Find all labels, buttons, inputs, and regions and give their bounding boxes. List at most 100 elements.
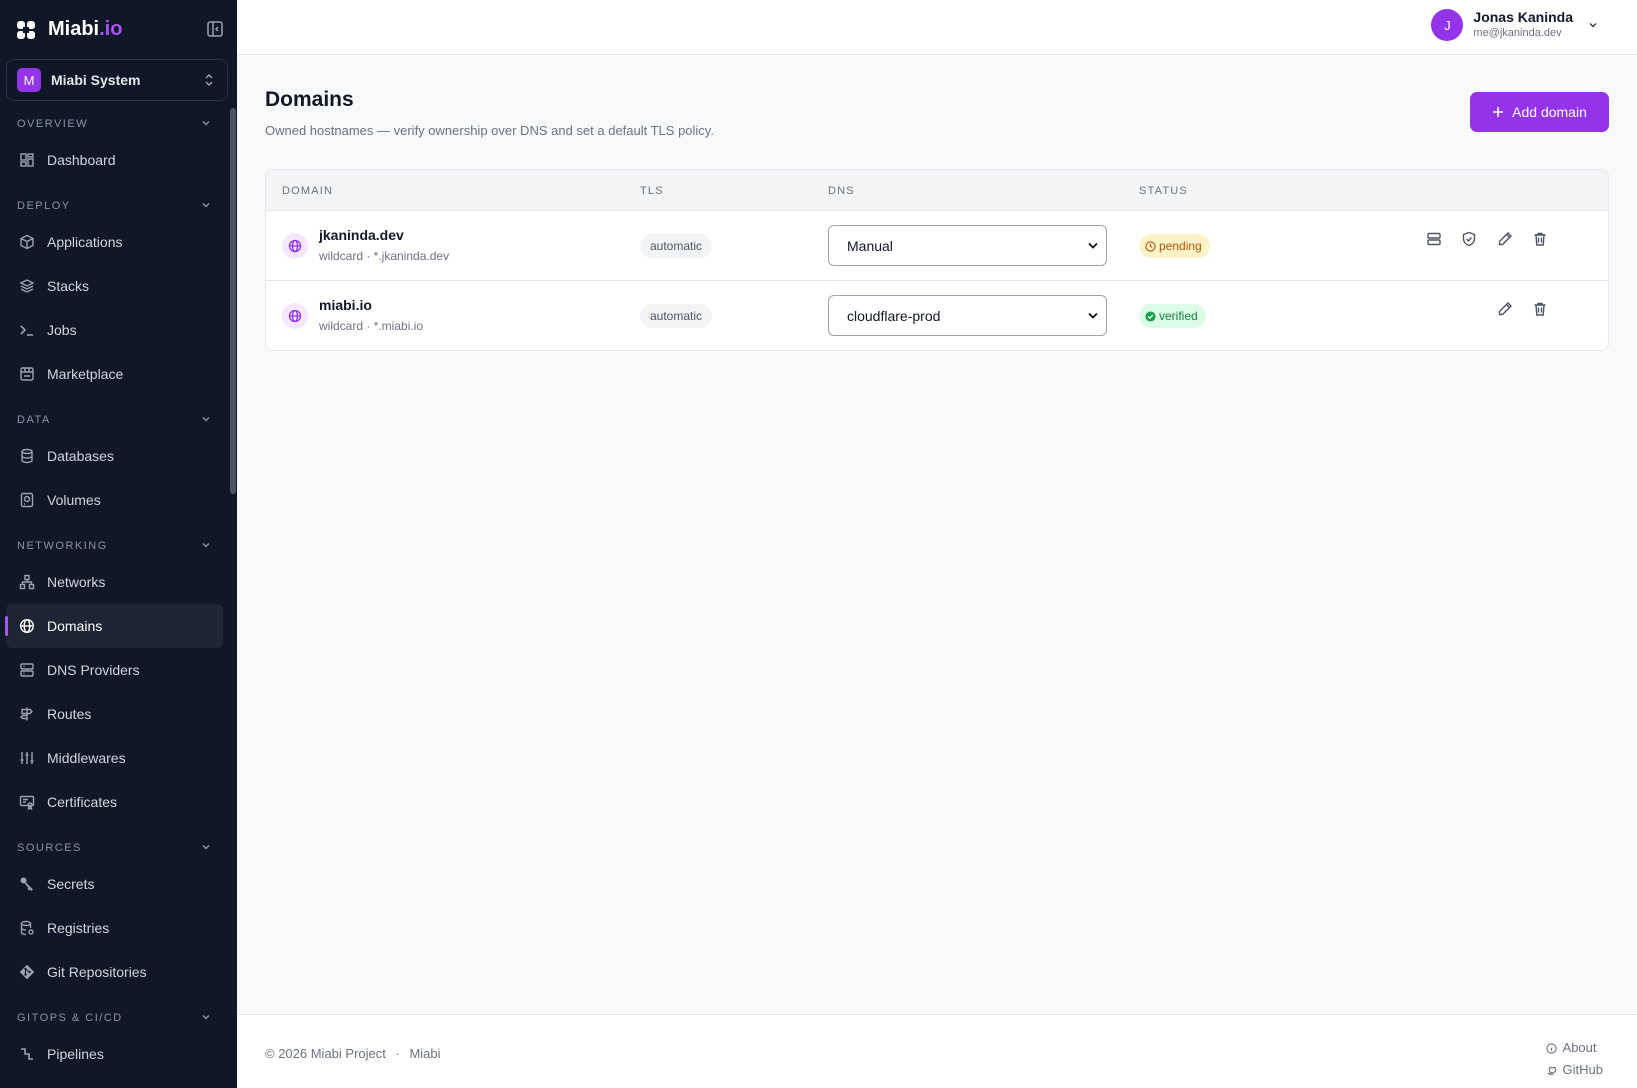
database-cog-icon [20,920,34,936]
user-menu[interactable]: J Jonas Kaninda me@jkaninda.dev [1431,9,1599,41]
globe-icon [282,303,308,329]
dashboard-icon [20,153,34,167]
brand-name: Miabi.io [48,18,123,40]
section-overview[interactable]: OVERVIEW [0,110,229,138]
sidebar-item-dns-providers[interactable]: DNS Providers [6,648,223,692]
shield-check-icon[interactable] [1461,231,1477,247]
network-icon [19,574,35,590]
chevron-down-icon [202,844,210,850]
table-row: miabi.io wildcard · *.miabi.io automatic… [266,281,1608,350]
github-icon [1546,1066,1556,1075]
info-icon [1545,1042,1557,1054]
dns-provider-select[interactable]: Manual [828,225,1107,266]
certificate-icon [19,795,35,810]
section-networking[interactable]: NETWORKING [0,522,229,560]
table-header: DOMAIN TLS DNS STATUS [266,170,1608,211]
domains-table: DOMAIN TLS DNS STATUS jkaninda.dev wildc… [265,169,1609,351]
globe-icon [282,233,308,259]
plus-icon [1493,107,1504,117]
box-icon [20,234,34,250]
pencil-icon[interactable] [1497,301,1513,317]
terminal-icon [20,325,33,336]
org-switcher[interactable]: M Miabi System [6,59,228,101]
sidebar-item-middlewares[interactable]: Middlewares [6,736,223,780]
domain-name[interactable]: miabi.io [319,297,372,313]
check-circle-icon [1145,310,1156,322]
column-header-tls: TLS [640,185,664,197]
trash-icon[interactable] [1532,231,1548,247]
globe-icon [19,618,35,634]
brand[interactable]: Miabi.io [16,18,122,41]
chevron-down-icon [1088,242,1098,249]
domain-name[interactable]: jkaninda.dev [319,227,404,243]
row-highlight [1316,278,1608,279]
tls-badge: automatic [640,304,713,328]
page-title: Domains [265,88,354,111]
sidebar-item-registries[interactable]: Registries [6,906,223,950]
layers-icon [19,279,35,293]
sidebar-item-domains[interactable]: Domains [5,604,223,648]
sidebar-item-secrets[interactable]: Secrets [6,862,223,906]
column-header-domain: DOMAIN [282,185,334,197]
page-subtitle: Owned hostnames — verify ownership over … [265,123,714,138]
section-deploy[interactable]: DEPLOY [0,182,229,220]
sidebar-item-stacks[interactable]: Stacks [6,264,223,308]
sidebar-item-jobs[interactable]: Jobs [6,308,223,352]
git-icon [19,964,35,980]
sidebar-item-dashboard[interactable]: Dashboard [6,138,223,182]
domain-wildcard: wildcard · *.miabi.io [319,319,424,333]
footer-product-link[interactable]: Miabi [409,1046,440,1061]
trash-icon[interactable] [1532,301,1548,317]
avatar: J [1431,9,1464,41]
chevron-down-icon [202,542,210,548]
section-gitops[interactable]: GITOPS & CI/CD [0,994,229,1032]
pipeline-icon [21,1048,33,1060]
domain-wildcard: wildcard · *.jkaninda.dev [319,249,450,263]
sidebar-item-certificates[interactable]: Certificates [6,780,223,824]
chevron-up-down-icon [205,73,213,87]
sliders-icon [20,752,34,764]
table-row: jkaninda.dev wildcard · *.jkaninda.dev a… [266,211,1608,281]
status-badge: verified [1139,304,1206,328]
footer-links: About GitHub [1545,1037,1603,1081]
dns-provider-select[interactable]: cloudflare-prod [828,295,1107,336]
sidebar-item-applications[interactable]: Applications [6,220,223,264]
topbar: J Jonas Kaninda me@jkaninda.dev [237,0,1637,55]
sidebar-scrollbar[interactable] [230,108,236,494]
github-link[interactable]: GitHub [1546,1059,1603,1081]
key-icon [20,877,33,891]
sidebar-item-git-repositories[interactable]: Git Repositories [6,950,223,994]
store-icon [20,367,34,381]
add-domain-button[interactable]: Add domain [1470,92,1609,132]
column-header-dns: DNS [828,185,855,197]
dns-records-icon[interactable] [1426,231,1442,247]
tls-badge: automatic [640,234,713,258]
server-icon [20,663,34,677]
sidebar-item-networks[interactable]: Networks [6,560,223,604]
sidebar-collapse-icon[interactable] [206,20,224,38]
chevron-down-icon [1088,312,1098,319]
chevron-down-icon [202,120,210,126]
sidebar-item-volumes[interactable]: Volumes [6,478,223,522]
org-name: Miabi System [51,72,141,88]
footer: © 2026 Miabi Project · Miabi About GitHu… [237,1014,1637,1088]
sidebar-item-marketplace[interactable]: Marketplace [6,352,223,396]
hard-drive-icon [20,492,34,508]
user-name: Jonas Kaninda [1473,9,1573,26]
footer-copyright: © 2026 Miabi Project · Miabi [265,1046,441,1061]
database-icon [21,448,33,464]
sidebar-nav: OVERVIEW Dashboard DEPLOY Applications S… [0,110,229,1076]
sidebar-item-routes[interactable]: Routes [6,692,223,736]
sidebar-item-pipelines[interactable]: Pipelines [6,1032,223,1076]
sidebar-item-databases[interactable]: Databases [6,434,223,478]
chevron-down-icon [202,202,210,208]
section-data[interactable]: DATA [0,396,229,434]
pencil-icon[interactable] [1497,231,1513,247]
user-email: me@jkaninda.dev [1473,26,1562,39]
logo-icon [17,20,35,39]
about-link[interactable]: About [1545,1037,1603,1059]
chevron-down-icon [202,1014,210,1020]
section-sources[interactable]: SOURCES [0,824,229,862]
chevron-down-icon [202,416,210,422]
status-badge: pending [1139,234,1210,258]
